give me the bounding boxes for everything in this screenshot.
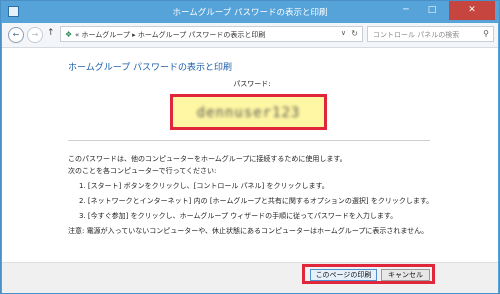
chevron-down-icon[interactable]: ∨: [341, 29, 346, 37]
back-arrow-icon[interactable]: ←: [8, 27, 24, 43]
password-label: パスワード:: [233, 80, 271, 88]
action-buttons: このページの印刷 キャンセル: [302, 264, 435, 284]
intro-text: このパスワードは、他のコンピューターをホームグループに接続するために使用します。: [68, 155, 347, 163]
content-area: ホームグループ パスワードの表示と印刷 パスワード: dennuser123 こ…: [2, 48, 498, 262]
divider: [68, 140, 430, 141]
minimize-button[interactable]: ─: [393, 1, 419, 20]
note-text: 注意: 電源が入っていないコンピューターや、休止状態にあるコンピューターはホーム…: [68, 227, 429, 235]
instructions-lead: 次のことを各コンピューターで行ってください:: [68, 167, 217, 175]
search-box[interactable]: コントロール パネルの検索 ⚲: [367, 26, 494, 42]
navigation-bar: ← → ↑ ❖ « ホームグループ ▸ ホームグループ パスワードの表示と印刷 …: [2, 23, 498, 48]
address-bar[interactable]: ❖ « ホームグループ ▸ ホームグループ パスワードの表示と印刷 ∨ ↻: [60, 26, 363, 42]
print-page-button[interactable]: このページの印刷: [310, 269, 377, 281]
password-value: dennuser123: [196, 105, 301, 121]
password-display: dennuser123: [170, 94, 327, 130]
search-icon[interactable]: ⚲: [483, 29, 489, 38]
maximize-button[interactable]: □: [419, 1, 445, 20]
breadcrumb[interactable]: « ホームグループ ▸ ホームグループ パスワードの表示と印刷: [75, 30, 265, 40]
cancel-button[interactable]: キャンセル: [381, 269, 430, 281]
close-button[interactable]: ✕: [449, 1, 495, 20]
refresh-icon[interactable]: ↻: [351, 29, 358, 38]
step-1: 1. [スタート] ボタンをクリックし、[コントロール パネル] をクリックしま…: [79, 182, 329, 190]
page-title: ホームグループ パスワードの表示と印刷: [68, 63, 233, 73]
search-input[interactable]: コントロール パネルの検索: [373, 30, 459, 40]
homegroup-password-window: ホームグループ パスワードの表示と印刷 ─ □ ✕ ← → ↑ ❖ « ホームグ…: [0, 0, 500, 294]
control-panel-icon: ❖: [65, 30, 73, 39]
step-2: 2. [ネットワークとインターネット] 内の [ホームグループと共有に関するオプ…: [79, 197, 434, 205]
up-arrow-icon[interactable]: ↑: [47, 28, 55, 38]
forward-arrow-icon[interactable]: →: [27, 27, 43, 43]
step-3: 3. [今すぐ参加] をクリックし、ホームグループ ウィザードの手順に従ってパス…: [79, 212, 398, 220]
title-bar[interactable]: ホームグループ パスワードの表示と印刷 ─ □ ✕: [1, 1, 499, 23]
